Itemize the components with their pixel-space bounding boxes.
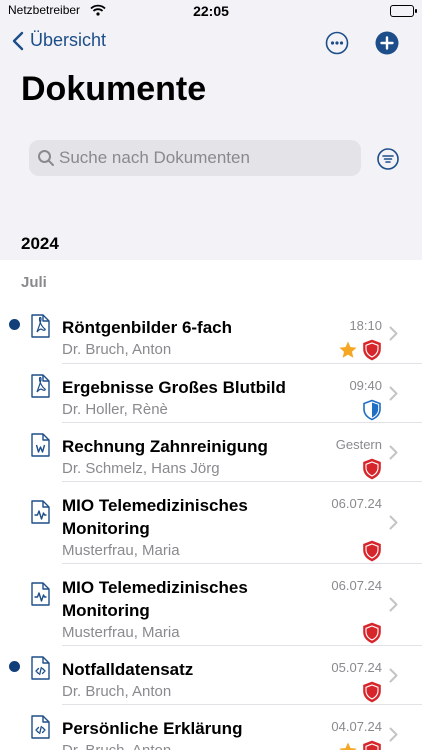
document-date: 04.07.24 — [331, 719, 382, 734]
chevron-right-icon — [389, 515, 398, 530]
battery-icon — [390, 5, 417, 17]
monitoring-document-icon — [31, 582, 50, 606]
document-row[interactable]: MIO Telemedizinisches Monitoring Musterfr… — [0, 564, 422, 646]
chevron-right-icon — [389, 445, 398, 459]
document-title: Rechnung Zahnreinigung — [62, 437, 268, 456]
back-button[interactable]: Übersicht — [12, 30, 106, 51]
favorite-star-icon — [339, 742, 357, 750]
chevron-right-icon — [389, 668, 398, 682]
month-header: Juli — [21, 274, 47, 291]
document-badges — [362, 399, 382, 421]
more-options-icon[interactable] — [325, 31, 349, 55]
document-row[interactable]: Rechnung Zahnreinigung Dr. Schmelz, Hans … — [0, 423, 422, 482]
document-title: Notfalldatensatz — [62, 660, 194, 679]
document-author: Dr. Bruch, Anton — [62, 341, 172, 358]
document-date: 09:40 — [349, 378, 382, 393]
document-title: MIO Telemedizinisches Monitoring — [62, 496, 248, 538]
chevron-right-icon — [389, 597, 398, 612]
document-date: 18:10 — [349, 318, 382, 333]
search-icon — [38, 150, 54, 166]
document-row[interactable]: MIO Telemedizinisches Monitoring Musterfr… — [0, 482, 422, 564]
status-bar: Netzbetreiber 22:05 — [0, 0, 422, 24]
favorite-star-icon — [339, 341, 357, 358]
chevron-right-icon — [389, 326, 398, 341]
document-author: Dr. Holler, Rènè — [62, 401, 168, 418]
unread-indicator — [9, 319, 20, 330]
navigation-bar: Übersicht — [0, 28, 422, 60]
red-shield-icon — [363, 622, 381, 644]
document-title: Ergebnisse Großes Blutbild — [62, 378, 286, 397]
document-badges — [362, 622, 382, 644]
document-badges — [362, 681, 382, 703]
document-date: 05.07.24 — [331, 660, 382, 675]
red-shield-icon — [363, 540, 381, 562]
monitoring-document-icon — [31, 500, 50, 524]
document-row[interactable]: Ergebnisse Großes Blutbild Dr. Holler, Rè… — [0, 364, 422, 423]
red-shield-icon — [363, 339, 381, 361]
blue-shield-icon — [363, 399, 381, 421]
document-author: Dr. Schmelz, Hans Jörg — [62, 460, 220, 477]
search-field[interactable] — [29, 140, 361, 176]
search-input[interactable] — [59, 148, 339, 168]
document-author: Dr. Bruch, Anton — [62, 742, 171, 750]
unread-indicator — [9, 661, 20, 672]
document-author: Musterfrau, Maria — [62, 542, 180, 559]
code-document-icon — [31, 715, 50, 739]
pdf-icon — [31, 374, 50, 398]
document-date: 06.07.24 — [331, 496, 382, 511]
document-author: Musterfrau, Maria — [62, 624, 180, 641]
document-badges — [338, 740, 382, 750]
document-date: 06.07.24 — [331, 578, 382, 593]
year-header: 2024 — [21, 234, 59, 253]
document-title: Persönliche Erklärung — [62, 719, 243, 738]
document-title: Röntgenbilder 6-fach — [62, 318, 233, 337]
page-title: Dokumente — [21, 70, 207, 108]
chevron-right-icon — [389, 727, 398, 741]
document-title: MIO Telemedizinisches Monitoring — [62, 578, 248, 620]
document-row[interactable]: Röntgenbilder 6-fach Dr. Bruch, Anton 18:1… — [0, 304, 422, 364]
red-shield-icon — [363, 458, 381, 480]
document-list: Juli Röntgenbilder 6-fach Dr. Bruch, Anto… — [0, 260, 422, 750]
red-shield-icon — [363, 740, 381, 750]
chevron-left-icon — [12, 31, 24, 50]
pdf-icon — [31, 314, 50, 338]
filter-icon[interactable] — [377, 148, 399, 170]
document-date: Gestern — [335, 437, 382, 452]
chevron-right-icon — [389, 386, 398, 400]
code-document-icon — [31, 656, 50, 680]
add-document-icon[interactable] — [375, 31, 399, 55]
back-button-label: Übersicht — [30, 30, 107, 50]
document-badges — [362, 540, 382, 562]
red-shield-icon — [363, 681, 381, 703]
document-row[interactable]: Persönliche Erklärung Dr. Bruch, Anton 04.… — [0, 705, 422, 750]
word-document-icon — [31, 433, 50, 457]
document-author: Dr. Bruch, Anton — [62, 683, 172, 700]
document-row[interactable]: Notfalldatensatz Dr. Bruch, Anton 05.07.24 — [0, 646, 422, 705]
document-badges — [362, 458, 382, 480]
clock: 22:05 — [193, 3, 229, 19]
document-badges — [338, 339, 382, 361]
